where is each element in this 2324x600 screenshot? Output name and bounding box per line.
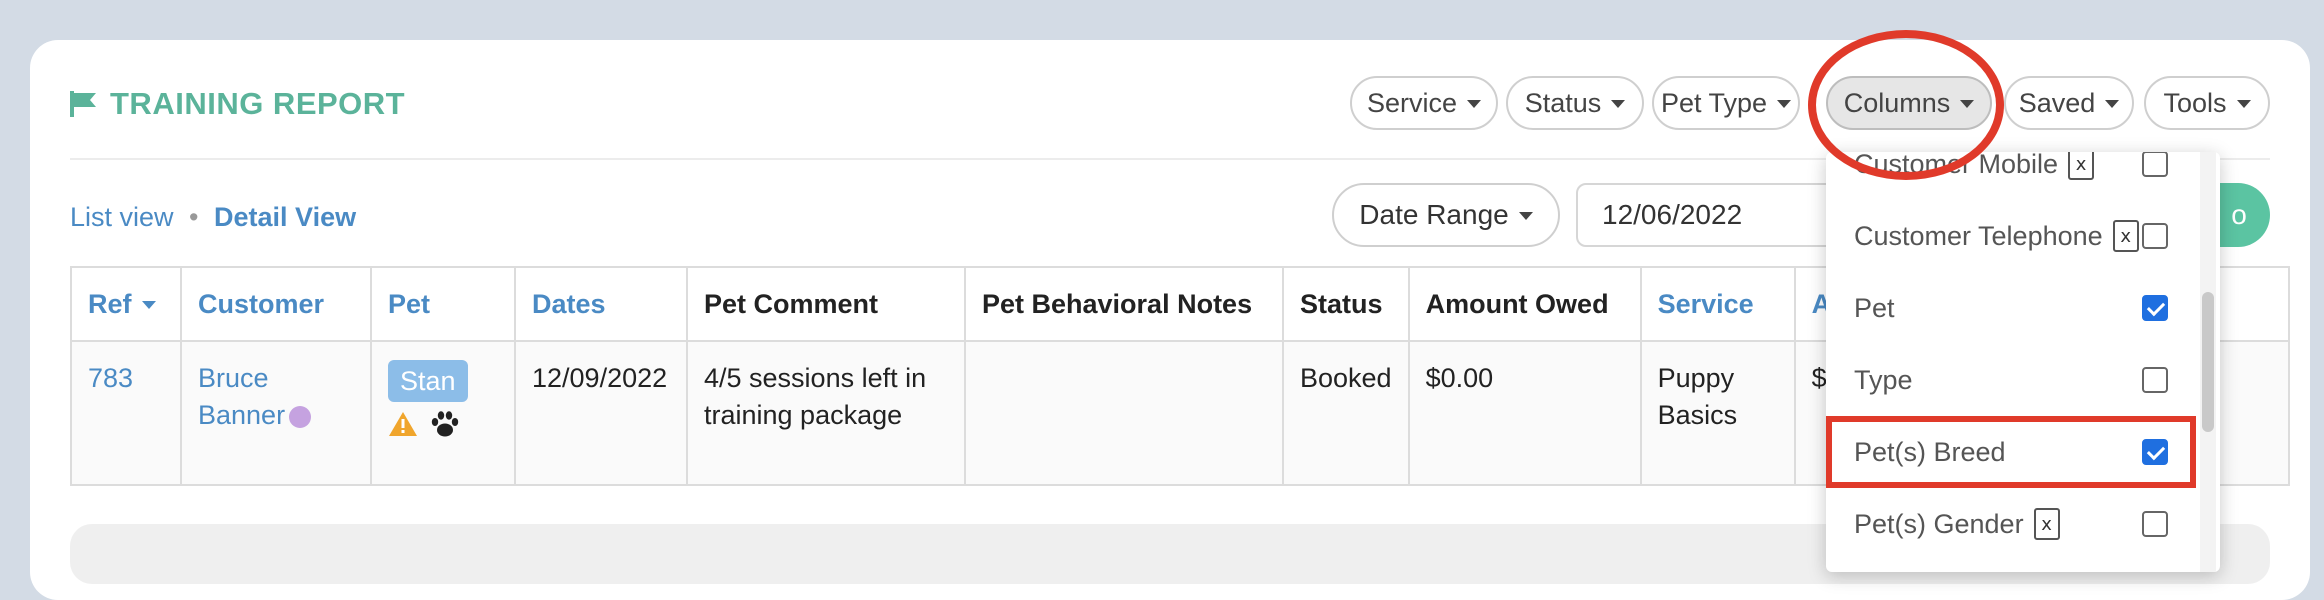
column-header-label: Status [1300,288,1383,319]
cell-dates: 12/09/2022 [514,340,688,486]
cell-status: Booked [1282,340,1410,486]
columns-dropdown: Customer Mobile x Customer Telephone x P… [1826,152,2220,572]
chevron-down-icon [1467,100,1482,108]
excel-icon: x [2068,152,2095,180]
column-header-pet[interactable]: Pet [370,266,516,342]
column-option-customer-telephone[interactable]: Customer Telephone x [1826,200,2196,272]
column-option-pets-gender[interactable]: Pet(s) Gender x [1826,488,2196,560]
checkbox-checked[interactable] [2142,439,2168,465]
list-view-link[interactable]: List view [70,202,174,232]
column-header-pet-comment: Pet Comment [686,266,966,342]
service-filter-button[interactable]: Service [1350,76,1498,130]
column-header-label: Dates [532,288,606,319]
checkbox-checked[interactable] [2142,295,2168,321]
column-header-amount-owed: Amount Owed [1407,266,1642,342]
column-header-customer[interactable]: Customer [180,266,372,342]
customer-link[interactable]: Bruce Banner [198,363,285,430]
checkbox[interactable] [2142,152,2168,177]
saved-filter-label: Saved [2018,87,2096,118]
columns-list: Customer Mobile x Customer Telephone x P… [1826,152,2196,560]
page-title: TRAINING REPORT [70,84,405,124]
column-option-pet[interactable]: Pet [1826,272,2196,344]
paw-icon [431,411,459,437]
column-header-label: Customer [198,288,325,319]
column-header-label: Ref [88,288,132,319]
status-filter-button[interactable]: Status [1506,76,1644,130]
checkbox[interactable] [2142,511,2168,537]
column-option-label: Pet(s) Gender [1854,508,2024,539]
dropdown-scrollbar[interactable] [2202,292,2214,432]
flag-icon [70,91,96,117]
column-option-label: Pet [1854,292,1895,323]
saved-filter-button[interactable]: Saved [2004,76,2134,130]
pet-badge[interactable]: Stan [388,360,468,402]
column-header-label: Amount Owed [1425,288,1609,319]
pet-type-filter-label: Pet Type [1660,87,1768,118]
column-header-dates[interactable]: Dates [514,266,688,342]
service-filter-label: Service [1366,87,1458,118]
column-header-label: Pet Comment [704,288,879,319]
ref-link[interactable]: 783 [88,363,133,393]
cell-pet: Stan [370,340,516,486]
column-option-pets-breed[interactable]: Pet(s) Breed [1826,416,2196,488]
cell-pet-comment: 4/5 sessions left in training package [686,340,966,486]
pet-icons [388,410,498,438]
column-option-label: Type [1854,364,1913,395]
checkbox[interactable] [2142,223,2168,249]
column-header-service[interactable]: Service [1639,266,1796,342]
customer-status-dot [289,405,312,428]
column-option-type[interactable]: Type [1826,344,2196,416]
annotation-circle [1808,30,2004,180]
tools-filter-button[interactable]: Tools [2144,76,2270,130]
column-option-label: Pet(s) Breed [1854,436,2006,467]
cell-ref: 783 [70,340,182,486]
chevron-down-icon [1611,100,1626,108]
excel-icon: x [2033,508,2060,540]
column-header-status: Status [1282,266,1410,342]
date-range-dropdown[interactable]: Date Range [1332,183,1560,247]
column-option-label: Customer Telephone [1854,220,2103,251]
date-range-label: Date Range [1359,199,1509,230]
view-switcher: List view • Detail View [70,202,356,233]
detail-view-link[interactable]: Detail View [214,202,356,232]
chevron-down-icon [1777,100,1792,108]
column-header-label: Service [1657,288,1754,319]
page-title-text: TRAINING REPORT [110,86,406,121]
pet-type-filter-button[interactable]: Pet Type [1652,76,1800,130]
excel-icon: x [2112,220,2139,252]
tools-filter-label: Tools [2163,87,2227,118]
sort-desc-icon [141,301,156,310]
chevron-down-icon [2105,100,2120,108]
cell-behavioral-notes [964,340,1284,486]
checkbox[interactable] [2142,367,2168,393]
view-separator: • [189,202,199,232]
column-header-label: Pet [388,288,431,319]
column-header-behavioral-notes: Pet Behavioral Notes [964,266,1284,342]
cell-customer: Bruce Banner [180,340,372,486]
column-header-label: Pet Behavioral Notes [982,288,1253,319]
chevron-down-icon [2236,100,2251,108]
chevron-down-icon [1518,212,1533,220]
warning-icon [389,412,417,436]
column-header-ref[interactable]: Ref [70,266,182,342]
cell-service: Puppy Basics [1639,340,1796,486]
cell-amount-owed: $0.00 [1407,340,1642,486]
status-filter-label: Status [1524,87,1602,118]
date-input-value: 12/06/2022 [1602,199,1743,230]
go-button-label: o [2231,199,2247,230]
